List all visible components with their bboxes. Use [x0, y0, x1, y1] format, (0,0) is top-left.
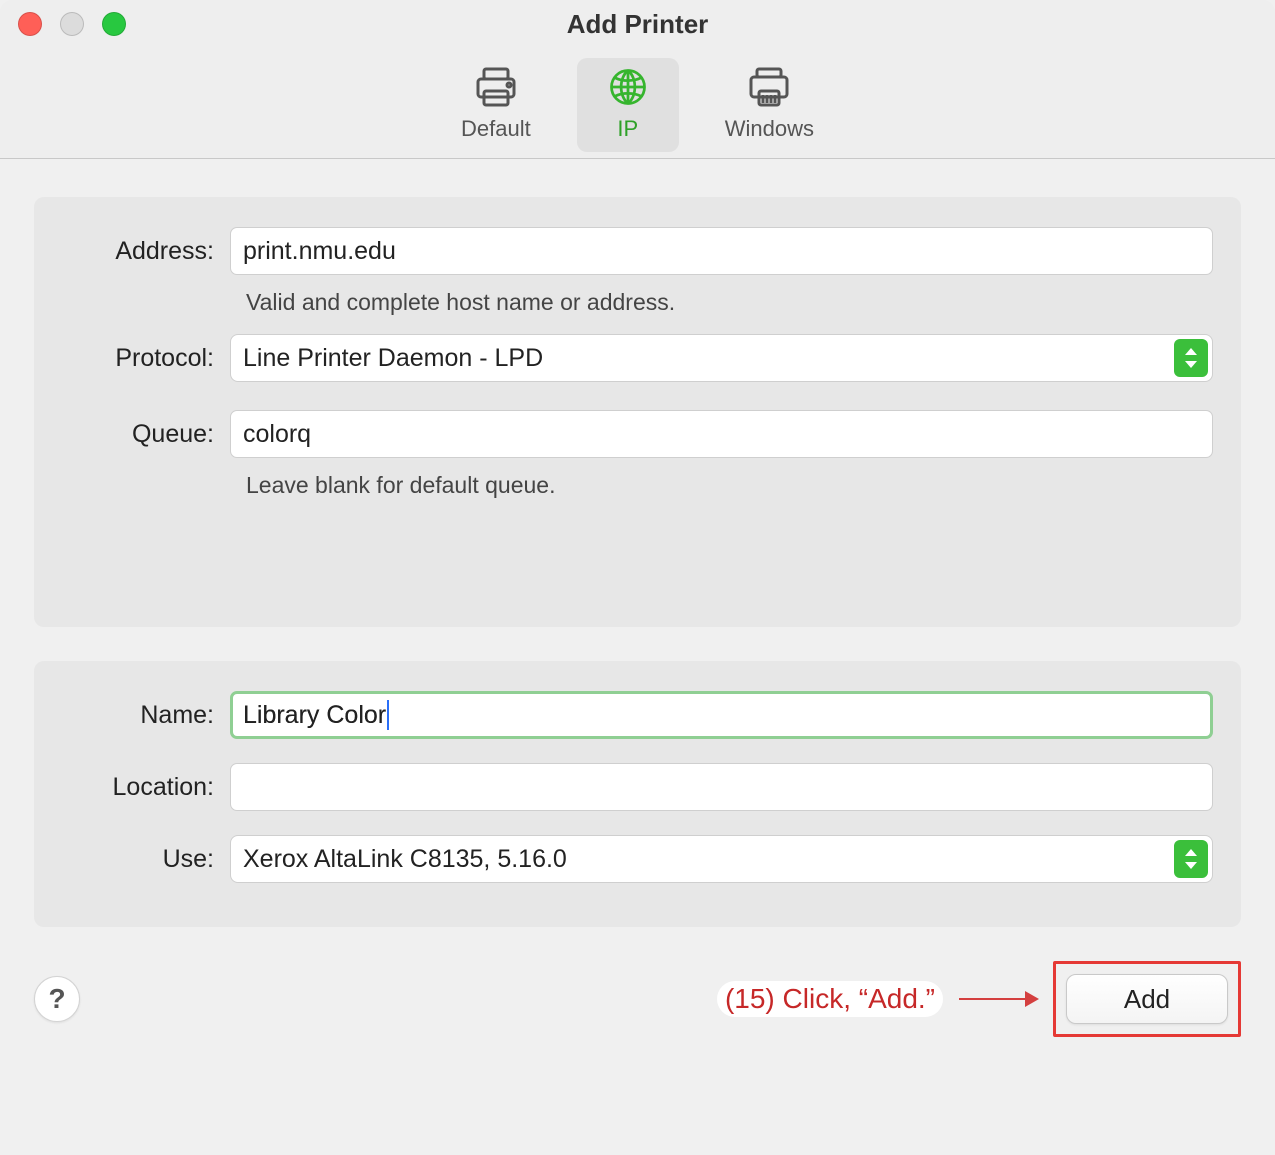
annotation-arrow-icon — [959, 998, 1037, 1000]
footer: ? (15) Click, “Add.” Add — [0, 961, 1275, 1081]
tab-default[interactable]: Default — [435, 58, 557, 152]
tab-default-label: Default — [461, 116, 531, 142]
queue-label: Queue: — [62, 420, 230, 449]
connection-panel: Address: Valid and complete host name or… — [34, 197, 1241, 627]
tab-ip[interactable]: IP — [577, 58, 679, 152]
windows-printer-icon — [744, 64, 794, 110]
updown-stepper-icon — [1174, 840, 1208, 878]
close-window-button[interactable] — [18, 12, 42, 36]
instruction-annotation: (15) Click, “Add.” Add — [717, 961, 1241, 1037]
zoom-window-button[interactable] — [102, 12, 126, 36]
toolbar-tabs: Default IP — [0, 48, 1275, 159]
content: Address: Valid and complete host name or… — [0, 159, 1275, 927]
help-button[interactable]: ? — [34, 976, 80, 1022]
queue-input[interactable] — [230, 410, 1213, 458]
tab-ip-label: IP — [617, 116, 638, 142]
address-input[interactable] — [230, 227, 1213, 275]
window-controls — [18, 12, 126, 36]
updown-stepper-icon — [1174, 339, 1208, 377]
window-title: Add Printer — [567, 9, 709, 40]
location-input[interactable] — [230, 763, 1213, 811]
queue-helper: Leave blank for default queue. — [246, 472, 1213, 499]
tab-windows-label: Windows — [725, 116, 814, 142]
location-label: Location: — [62, 773, 230, 802]
use-value: Xerox AltaLink C8135, 5.16.0 — [243, 845, 567, 874]
protocol-value: Line Printer Daemon - LPD — [243, 344, 543, 373]
identity-panel: Name: Library Color Location: — [34, 661, 1241, 927]
minimize-window-button[interactable] — [60, 12, 84, 36]
address-helper: Valid and complete host name or address. — [246, 289, 1213, 316]
name-label: Name: — [62, 701, 230, 730]
tab-windows[interactable]: Windows — [699, 58, 840, 152]
annotation-text: (15) Click, “Add.” — [717, 981, 943, 1017]
use-select[interactable]: Xerox AltaLink C8135, 5.16.0 — [230, 835, 1213, 883]
add-printer-window: Add Printer Default — [0, 0, 1275, 1081]
address-label: Address: — [62, 237, 230, 266]
add-button-highlight: Add — [1053, 961, 1241, 1037]
printer-icon — [471, 64, 521, 110]
add-button[interactable]: Add — [1066, 974, 1228, 1024]
use-label: Use: — [62, 845, 230, 874]
protocol-select[interactable]: Line Printer Daemon - LPD — [230, 334, 1213, 382]
globe-icon — [603, 64, 653, 110]
protocol-label: Protocol: — [62, 344, 230, 373]
name-input[interactable] — [230, 691, 1213, 739]
titlebar: Add Printer — [0, 0, 1275, 48]
